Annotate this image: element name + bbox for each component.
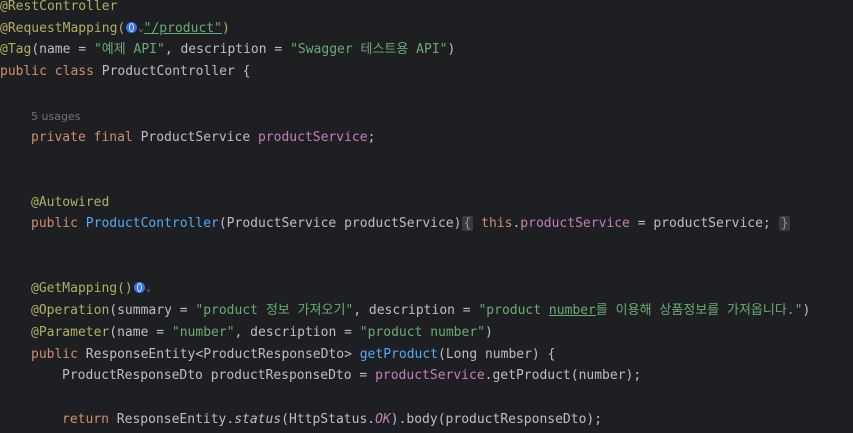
usages-hint[interactable]: 5 usages: [31, 110, 80, 123]
code-line-17: return ResponseEntity.status(HttpStatus.…: [62, 409, 602, 431]
paren-close: ): [221, 20, 230, 36]
code-text: (HttpStatus.: [281, 411, 376, 427]
code-line-1: @RestController: [0, 0, 117, 18]
code-text: (summary =: [109, 303, 196, 319]
code-text: ).body(productResponseDto);: [390, 411, 603, 427]
fold-brace-open[interactable]: {: [461, 216, 474, 232]
code-text: ): [802, 303, 811, 319]
code-text: , description =: [353, 303, 479, 319]
code-line-6: private final ProductService productServ…: [31, 127, 375, 149]
code-line-usages: 5 usages: [31, 106, 80, 128]
code-text: = productService;: [629, 216, 771, 232]
code-text: (ProductService productService): [218, 216, 462, 232]
field-name: productService: [520, 216, 630, 232]
annotation-get-mapping: @GetMapping(): [31, 281, 133, 297]
keyword: public: [31, 216, 86, 232]
annotation-tag: @Tag: [0, 42, 32, 58]
request-mapping-url[interactable]: "/product": [144, 21, 222, 36]
string-literal: "number": [171, 324, 235, 340]
annotation-operation: @Operation: [31, 303, 110, 319]
code-text: (Long number) {: [438, 346, 556, 362]
method-name: getProduct: [359, 346, 439, 362]
annotation-autowired: @Autowired: [31, 194, 110, 210]
annotation-parameter: @Parameter: [31, 324, 110, 340]
keyword: public: [31, 346, 86, 362]
keyword: public class: [0, 64, 102, 80]
globe-icon[interactable]: [133, 282, 145, 294]
code-text: ): [447, 42, 456, 58]
fold-brace-close[interactable]: }: [778, 216, 791, 232]
keyword-this: this: [481, 216, 513, 232]
code-line-15: ProductResponseDto productResponseDto = …: [62, 365, 641, 387]
code-line-11: @GetMapping() ⌄: [31, 278, 151, 300]
annotation-rest-controller: @RestController: [0, 0, 118, 14]
keyword: private final: [31, 129, 141, 145]
string-literal-underlined: number: [548, 303, 596, 319]
type-name: ResponseEntity<ProductResponseDto>: [85, 346, 360, 362]
code-text: , description =: [234, 324, 360, 340]
annotation-request-mapping: @RequestMapping(: [0, 20, 126, 36]
code-editor[interactable]: @RestController @RequestMapping(⌄"/produ…: [0, 0, 853, 433]
string-literal: "product number": [359, 324, 485, 340]
code-line-3: @Tag(name = "예제 API", description = "Swa…: [0, 39, 455, 61]
field-name: productService: [257, 129, 368, 145]
string-literal: "Swagger 테스트용 API": [290, 42, 448, 58]
class-name: ProductController {: [101, 64, 251, 80]
keyword-return: return: [62, 411, 117, 427]
code-line-2: @RequestMapping(⌄"/product"): [0, 18, 230, 40]
string-literal: "product: [478, 303, 549, 319]
string-literal: 를 이용해 상품정보를 가져옵니다.": [595, 303, 803, 319]
code-line-8: @Autowired: [31, 192, 109, 214]
code-line-4: public class ProductController {: [0, 61, 250, 83]
code-text: (name =: [109, 324, 172, 340]
string-literal: "예제 API": [93, 42, 165, 58]
type-name: ProductService: [140, 129, 258, 145]
code-text: .getProduct(number);: [484, 368, 642, 384]
string-literal: "product 정보 가져오기": [195, 303, 354, 319]
constructor-name: ProductController: [85, 216, 219, 232]
code-line-13: @Parameter(name = "number", description …: [31, 322, 493, 344]
code-text: ;: [367, 129, 376, 145]
static-method: status: [234, 411, 282, 427]
code-line-12: @Operation(summary = "product 정보 가져오기", …: [31, 300, 810, 322]
code-line-14: public ResponseEntity<ProductResponseDto…: [31, 344, 555, 366]
chevron-down-icon[interactable]: ⌄: [146, 284, 151, 294]
code-text: ): [485, 324, 493, 340]
enum-constant: OK: [375, 411, 391, 427]
code-text: ProductResponseDto productResponseDto =: [62, 368, 376, 384]
code-text: ResponseEntity.: [116, 411, 235, 427]
code-line-9: public ProductController(ProductService …: [31, 213, 791, 235]
globe-icon[interactable]: [126, 21, 138, 33]
code-text: (name =: [31, 42, 94, 58]
field-name: productService: [375, 368, 485, 384]
code-text: , description =: [164, 42, 291, 58]
